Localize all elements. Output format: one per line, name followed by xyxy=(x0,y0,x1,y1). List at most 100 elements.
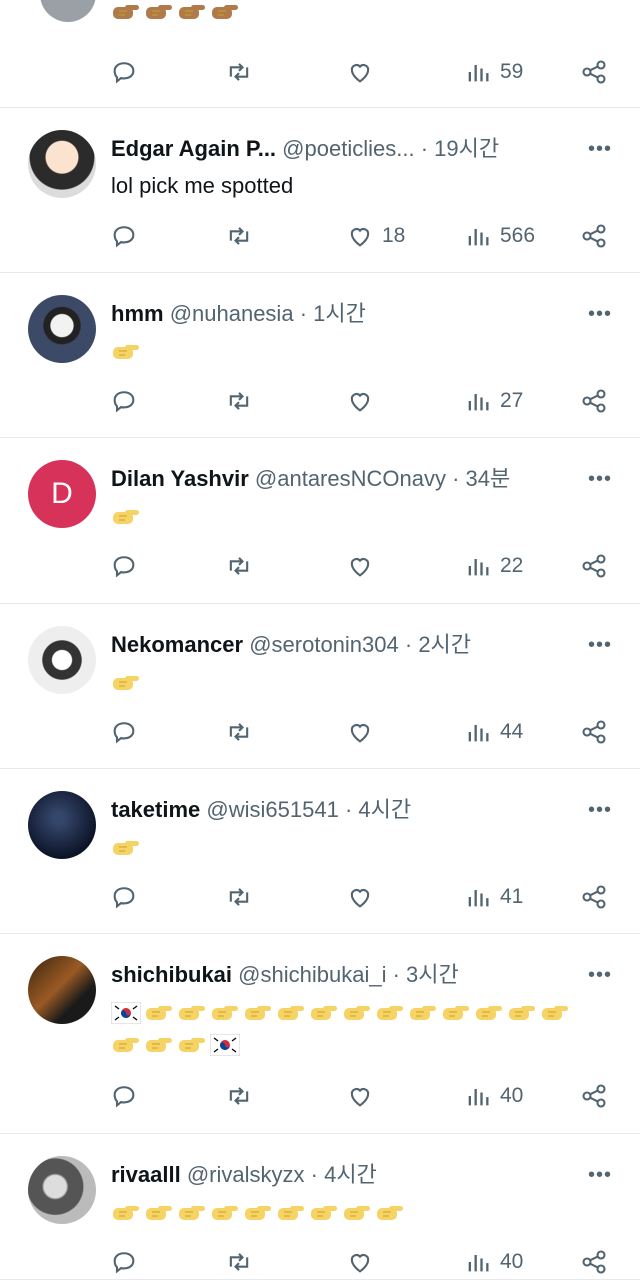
like-button[interactable] xyxy=(346,546,374,586)
pointing-hand-emoji xyxy=(278,1006,304,1021)
timestamp[interactable]: · 4시간 xyxy=(311,1162,377,1187)
retweet-button[interactable] xyxy=(225,712,253,752)
korea-flag-emoji xyxy=(111,1002,141,1025)
more-options-button[interactable]: ••• xyxy=(588,960,612,990)
tweet-0[interactable]: 59 xyxy=(0,0,640,108)
views-button[interactable]: 44 xyxy=(464,712,523,752)
retweet-button[interactable] xyxy=(225,877,253,917)
views-icon xyxy=(468,229,489,246)
share-button[interactable] xyxy=(580,1076,608,1116)
display-name[interactable]: Dilan Yashvir xyxy=(111,466,249,491)
views-button[interactable]: 22 xyxy=(464,546,523,586)
tweet-2[interactable]: hmm @nuhanesia · 1시간 ••• 27 xyxy=(0,273,640,438)
avatar[interactable] xyxy=(28,956,96,1024)
tweet-6[interactable]: shichibukai @shichibukai_i · 3시간 ••• 40 xyxy=(0,934,640,1134)
user-handle[interactable]: @wisi651541 xyxy=(206,797,338,822)
timestamp[interactable]: · 34분 xyxy=(452,466,510,491)
pointing-hand-emoji xyxy=(146,1206,172,1221)
reply-icon xyxy=(113,1252,135,1274)
pointing-hand-emoji xyxy=(113,1206,139,1221)
like-icon xyxy=(350,889,370,908)
share-button[interactable] xyxy=(580,877,608,917)
avatar[interactable] xyxy=(40,0,96,22)
display-name[interactable]: Edgar Again P... xyxy=(111,136,276,161)
views-button[interactable]: 566 xyxy=(464,216,535,256)
like-button[interactable]: 18 xyxy=(346,216,405,256)
retweet-icon xyxy=(229,557,249,575)
avatar[interactable] xyxy=(28,626,96,694)
tweet-7[interactable]: rivaalll @rivalskyzx · 4시간 ••• 40 xyxy=(0,1134,640,1280)
tweet-4[interactable]: Nekomancer @serotonin304 · 2시간 ••• 44 xyxy=(0,604,640,769)
retweet-button[interactable] xyxy=(225,216,253,256)
like-button[interactable] xyxy=(346,1242,374,1282)
views-button[interactable]: 40 xyxy=(464,1242,523,1282)
user-handle[interactable]: @poeticlies... xyxy=(282,136,414,161)
views-button[interactable]: 41 xyxy=(464,877,523,917)
more-options-button[interactable]: ••• xyxy=(588,134,612,164)
display-name[interactable]: taketime xyxy=(111,797,200,822)
reply-button[interactable] xyxy=(110,381,138,421)
user-handle[interactable]: @nuhanesia xyxy=(170,301,294,326)
retweet-button[interactable] xyxy=(225,546,253,586)
share-button[interactable] xyxy=(580,52,608,92)
like-button[interactable] xyxy=(346,1076,374,1116)
reply-button[interactable] xyxy=(110,52,138,92)
share-button[interactable] xyxy=(580,381,608,421)
share-button[interactable] xyxy=(580,546,608,586)
avatar[interactable]: D xyxy=(28,460,96,528)
reply-button[interactable] xyxy=(110,216,138,256)
display-name[interactable]: hmm xyxy=(111,301,164,326)
timestamp[interactable]: · 2시간 xyxy=(405,632,471,657)
views-button[interactable]: 27 xyxy=(464,381,523,421)
user-handle[interactable]: @serotonin304 xyxy=(249,632,399,657)
display-name[interactable]: Nekomancer xyxy=(111,632,243,657)
avatar[interactable] xyxy=(28,791,96,859)
like-button[interactable] xyxy=(346,52,374,92)
retweet-button[interactable] xyxy=(225,52,253,92)
more-options-button[interactable]: ••• xyxy=(588,464,612,494)
pointing-hand-emoji xyxy=(179,1006,205,1021)
retweet-button[interactable] xyxy=(225,1242,253,1282)
reply-button[interactable] xyxy=(110,546,138,586)
pointing-hand-emoji xyxy=(146,1038,172,1053)
timestamp[interactable]: · 19시간 xyxy=(421,136,499,161)
more-options-button[interactable]: ••• xyxy=(588,299,612,329)
reply-button[interactable] xyxy=(110,877,138,917)
views-button[interactable]: 40 xyxy=(464,1076,523,1116)
tweet-1[interactable]: Edgar Again P... @poeticlies... · 19시간 ••… xyxy=(0,108,640,273)
more-options-button[interactable]: ••• xyxy=(588,1160,612,1190)
views-button[interactable]: 59 xyxy=(464,52,523,92)
timestamp[interactable]: · 3시간 xyxy=(393,962,459,987)
share-button[interactable] xyxy=(580,712,608,752)
reply-button[interactable] xyxy=(110,1242,138,1282)
like-button[interactable] xyxy=(346,381,374,421)
avatar[interactable] xyxy=(28,1156,96,1224)
like-button[interactable] xyxy=(346,712,374,752)
views-icon xyxy=(468,725,489,742)
retweet-button[interactable] xyxy=(225,381,253,421)
user-handle[interactable]: @rivalskyzx xyxy=(187,1162,305,1187)
display-name[interactable]: rivaalll xyxy=(111,1162,181,1187)
avatar[interactable] xyxy=(28,130,96,198)
avatar[interactable] xyxy=(28,295,96,363)
user-handle[interactable]: @shichibukai_i xyxy=(238,962,386,987)
tweet-3[interactable]: D Dilan Yashvir @antaresNCOnavy · 34분 ••• 2… xyxy=(0,438,640,604)
likes-count: 18 xyxy=(382,224,406,247)
more-options-button[interactable]: ••• xyxy=(588,795,612,825)
tweet-5[interactable]: taketime @wisi651541 · 4시간 ••• 41 xyxy=(0,769,640,934)
reply-button[interactable] xyxy=(110,712,138,752)
share-icon xyxy=(582,60,606,84)
reply-button[interactable] xyxy=(110,1076,138,1116)
timestamp[interactable]: · 1시간 xyxy=(300,301,366,326)
retweet-icon xyxy=(229,1253,249,1271)
action-bar: 41 xyxy=(0,877,640,917)
like-button[interactable] xyxy=(346,877,374,917)
timestamp[interactable]: · 4시간 xyxy=(345,797,411,822)
user-handle[interactable]: @antaresNCOnavy xyxy=(255,466,446,491)
share-button[interactable] xyxy=(580,216,608,256)
reply-icon xyxy=(113,226,135,248)
share-button[interactable] xyxy=(580,1242,608,1282)
more-options-button[interactable]: ••• xyxy=(588,630,612,660)
retweet-button[interactable] xyxy=(225,1076,253,1116)
display-name[interactable]: shichibukai xyxy=(111,962,232,987)
